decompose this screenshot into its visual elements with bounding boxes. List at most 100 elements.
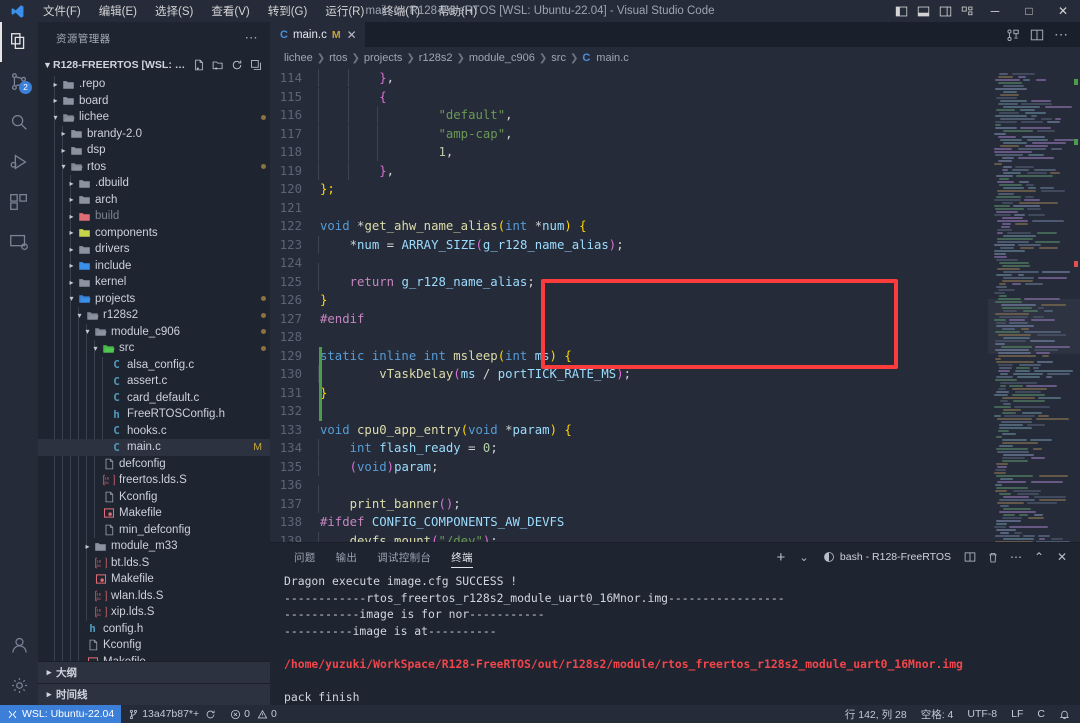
split-terminal-icon[interactable] xyxy=(960,546,980,568)
new-terminal-button[interactable]: + xyxy=(771,546,791,568)
terminal-profile-dropdown-icon[interactable]: ⌄ xyxy=(794,546,814,568)
code-line-123[interactable]: 123 *num = ARRAY_SIZE(g_r128_name_alias)… xyxy=(270,236,988,255)
chevron-down-icon[interactable]: ▾ xyxy=(58,162,69,171)
close-button[interactable]: ✕ xyxy=(1046,0,1080,22)
terminal-selector[interactable]: bash - R128-FreeRTOS xyxy=(817,551,957,563)
tree-item-bt-lds-s[interactable]: 1001bt.lds.S xyxy=(38,555,270,572)
file-tree[interactable]: ▸.repo▸board▾lichee▸brandy-2.0▸dsp▾rtos▸… xyxy=(38,76,270,661)
tree-item--repo[interactable]: ▸.repo xyxy=(38,76,270,93)
breadcrumb-item-6[interactable]: main.c xyxy=(596,52,628,64)
customize-layout-icon[interactable] xyxy=(956,0,978,22)
menu-item-2[interactable]: 选择(S) xyxy=(146,1,202,21)
chevron-right-icon[interactable]: ▸ xyxy=(58,146,69,155)
breadcrumb-item-1[interactable]: rtos xyxy=(329,52,347,64)
code-line-138[interactable]: 138#ifdef CONFIG_COMPONENTS_AW_DEVFS xyxy=(270,513,988,532)
panel-more-actions-icon[interactable]: ⋯ xyxy=(1006,546,1026,568)
status-encoding[interactable]: UTF-8 xyxy=(960,705,1004,723)
split-editor-icon[interactable] xyxy=(1026,22,1048,47)
chevron-down-icon[interactable]: ▾ xyxy=(50,113,61,122)
menu-item-6[interactable]: 终端(T) xyxy=(373,1,429,21)
tree-item-lichee[interactable]: ▾lichee xyxy=(38,109,270,126)
activity-remote-explorer[interactable] xyxy=(0,222,38,262)
toggle-primary-sidebar-icon[interactable] xyxy=(890,0,912,22)
chevron-right-icon[interactable]: ▸ xyxy=(66,195,77,204)
explorer-root-header[interactable]: ▼ R128-FREERTOS [WSL: UBUNTU-22... xyxy=(38,54,270,76)
tree-item-main-c[interactable]: Cmain.cM xyxy=(38,439,270,456)
breadcrumb-item-5[interactable]: src xyxy=(551,52,566,64)
minimize-button[interactable]: ─ xyxy=(978,0,1012,22)
tab-close-icon[interactable]: ✕ xyxy=(347,28,357,42)
chevron-right-icon[interactable]: ▸ xyxy=(50,80,61,89)
kill-terminal-trash-icon[interactable] xyxy=(983,546,1003,568)
activity-source-control[interactable]: 2 xyxy=(0,62,38,102)
chevron-right-icon[interactable]: ▸ xyxy=(66,212,77,221)
tree-item-card-default-c[interactable]: Ccard_default.c xyxy=(38,390,270,407)
code-line-126[interactable]: 126} xyxy=(270,291,988,310)
status-cursor-position[interactable]: 行 142, 列 28 xyxy=(838,705,914,723)
activity-run-debug[interactable] xyxy=(0,142,38,182)
chevron-right-icon[interactable]: ▸ xyxy=(66,278,77,287)
tree-item-makefile[interactable]: Makefile xyxy=(38,571,270,588)
panel-tab-3[interactable]: 终端 xyxy=(441,543,483,571)
refresh-icon[interactable] xyxy=(229,57,245,73)
tree-item-components[interactable]: ▸components xyxy=(38,225,270,242)
sidebar-section-时间线[interactable]: ▸时间线 xyxy=(38,683,270,705)
close-panel-icon[interactable]: ✕ xyxy=(1052,546,1072,568)
tree-item-board[interactable]: ▸board xyxy=(38,93,270,110)
tree-item-alsa-config-c[interactable]: Calsa_config.c xyxy=(38,357,270,374)
tree-item-rtos[interactable]: ▾rtos xyxy=(38,159,270,176)
code-lines[interactable]: 114 },115 {116 "default",117 "amp-cap",1… xyxy=(270,69,988,542)
status-problems[interactable]: 0 0 xyxy=(223,705,284,723)
tree-item-include[interactable]: ▸include xyxy=(38,258,270,275)
code-line-125[interactable]: 125 return g_r128_name_alias; xyxy=(270,273,988,292)
code-line-127[interactable]: 127#endif xyxy=(270,310,988,329)
status-language-mode[interactable]: C xyxy=(1030,705,1052,723)
chevron-right-icon[interactable]: ▸ xyxy=(58,129,69,138)
code-line-114[interactable]: 114 }, xyxy=(270,69,988,88)
code-line-134[interactable]: 134 int flash_ready = 0; xyxy=(270,439,988,458)
code-line-129[interactable]: 129static inline int msleep(int ms) { xyxy=(270,347,988,366)
tree-item-makefile[interactable]: Makefile xyxy=(38,505,270,522)
open-changes-icon[interactable] xyxy=(1002,22,1024,47)
chevron-right-icon[interactable]: ▸ xyxy=(50,96,61,105)
tree-item-projects[interactable]: ▾projects xyxy=(38,291,270,308)
code-line-132[interactable]: 132 xyxy=(270,402,988,421)
tree-item-kconfig[interactable]: Kconfig xyxy=(38,637,270,654)
chevron-right-icon[interactable]: ▸ xyxy=(82,542,93,551)
code-line-117[interactable]: 117 "amp-cap", xyxy=(270,125,988,144)
toggle-secondary-sidebar-icon[interactable] xyxy=(934,0,956,22)
code-line-131[interactable]: 131} xyxy=(270,384,988,403)
sidebar-section-大纲[interactable]: ▸大纲 xyxy=(38,661,270,683)
tree-item--dbuild[interactable]: ▸.dbuild xyxy=(38,175,270,192)
menu-item-5[interactable]: 运行(R) xyxy=(316,1,373,21)
code-line-119[interactable]: 119 }, xyxy=(270,162,988,181)
new-file-icon[interactable] xyxy=(191,57,207,73)
code-line-118[interactable]: 118 1, xyxy=(270,143,988,162)
minimap[interactable] xyxy=(988,69,1080,542)
status-git-branch[interactable]: 13a47b87*+ xyxy=(121,705,223,723)
panel-tab-2[interactable]: 调试控制台 xyxy=(367,543,441,571)
tree-item-hooks-c[interactable]: Chooks.c xyxy=(38,423,270,440)
menu-item-3[interactable]: 查看(V) xyxy=(202,1,258,21)
chevron-down-icon[interactable]: ▾ xyxy=(90,344,101,353)
panel-tab-1[interactable]: 输出 xyxy=(326,543,368,571)
breadcrumb[interactable]: lichee❯rtos❯projects❯r128s2❯module_c906❯… xyxy=(270,47,1080,69)
code-line-120[interactable]: 120}; xyxy=(270,180,988,199)
code-line-133[interactable]: 133void cpu0_app_entry(void *param) { xyxy=(270,421,988,440)
terminal-output[interactable]: Dragon execute image.cfg SUCCESS !------… xyxy=(270,571,1080,705)
tree-item-brandy-2-0[interactable]: ▸brandy-2.0 xyxy=(38,126,270,143)
code-line-137[interactable]: 137 print_banner(); xyxy=(270,495,988,514)
breadcrumb-item-4[interactable]: module_c906 xyxy=(469,52,535,64)
chevron-right-icon[interactable]: ▸ xyxy=(66,179,77,188)
tree-item-module-c906[interactable]: ▾module_c906 xyxy=(38,324,270,341)
chevron-down-icon[interactable]: ▼ xyxy=(42,60,53,70)
tree-item-xip-lds-s[interactable]: 1001xip.lds.S xyxy=(38,604,270,621)
status-indentation[interactable]: 空格: 4 xyxy=(914,705,961,723)
tree-item-wlan-lds-s[interactable]: 1001wlan.lds.S xyxy=(38,588,270,605)
code-line-116[interactable]: 116 "default", xyxy=(270,106,988,125)
tree-item-defconfig[interactable]: defconfig xyxy=(38,456,270,473)
toggle-panel-icon[interactable] xyxy=(912,0,934,22)
chevron-right-icon[interactable]: ▸ xyxy=(42,667,56,678)
tree-item-kernel[interactable]: ▸kernel xyxy=(38,274,270,291)
code-line-124[interactable]: 124 xyxy=(270,254,988,273)
